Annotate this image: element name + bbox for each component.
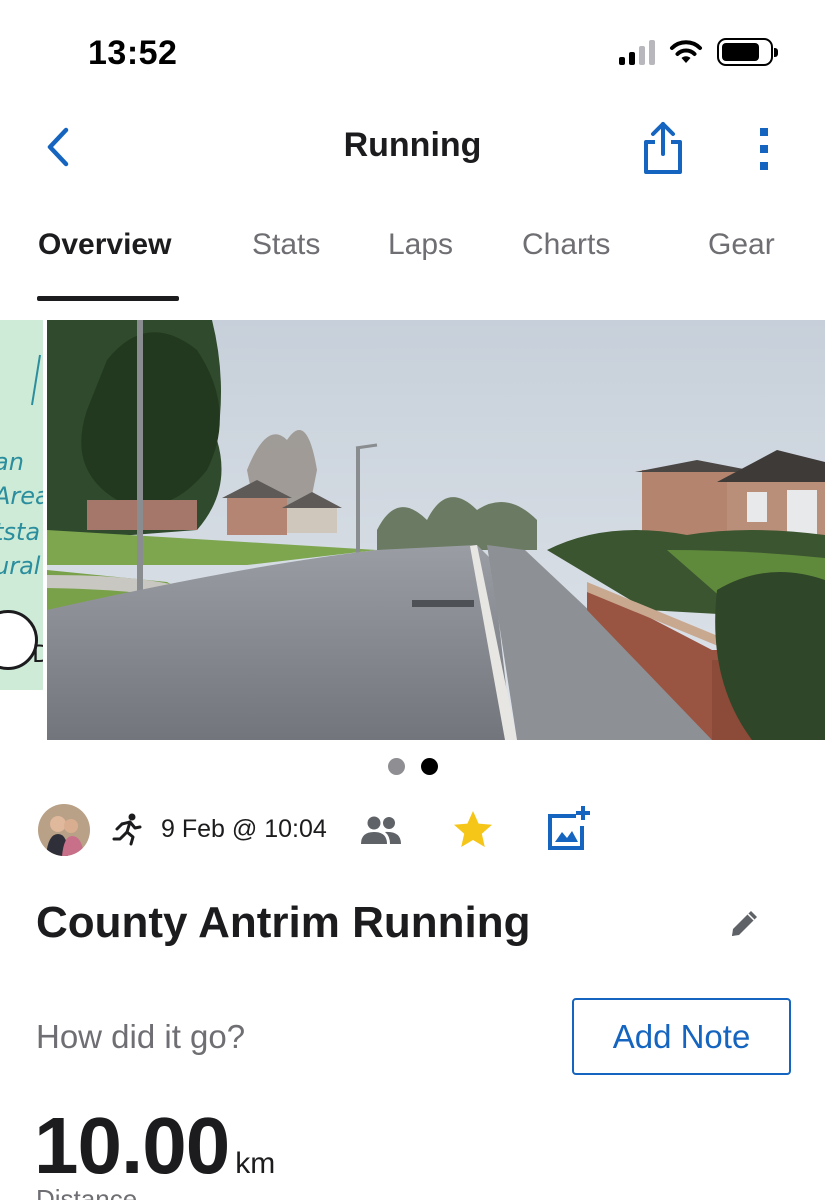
more-vertical-icon[interactable] <box>748 124 780 174</box>
running-icon <box>112 813 142 846</box>
avatar[interactable] <box>38 804 90 856</box>
carousel-pagination <box>0 758 825 778</box>
tab-laps[interactable]: Laps <box>388 228 453 262</box>
tab-charts[interactable]: Charts <box>522 228 610 262</box>
activity-meta-row: 9 Feb @ 10:04 <box>0 800 825 860</box>
note-prompt: How did it go? <box>36 1018 246 1055</box>
activity-date: 9 Feb @ 10:04 <box>161 815 327 843</box>
distance-value: 10.00 <box>34 1101 230 1190</box>
edit-pencil-icon[interactable] <box>728 906 762 940</box>
map-label: ural <box>0 552 41 580</box>
tab-bar: Overview Stats Laps Charts Gear <box>0 218 825 304</box>
signal-icon <box>619 39 655 65</box>
media-carousel[interactable]: an Area tsta ural D <box>0 320 825 740</box>
add-photo-icon[interactable] <box>546 804 592 852</box>
status-bar: 13:52 <box>0 0 825 110</box>
battery-icon <box>717 38 778 66</box>
add-note-button[interactable]: Add Note <box>572 998 791 1075</box>
status-time: 13:52 <box>88 34 178 72</box>
share-icon[interactable] <box>640 120 686 176</box>
activity-photo[interactable] <box>47 320 825 740</box>
distance-label: Distance <box>36 1184 138 1200</box>
star-icon[interactable] <box>451 808 495 852</box>
distance-unit: km <box>235 1147 276 1180</box>
nav-bar: Running <box>0 110 825 190</box>
wifi-icon <box>670 40 702 63</box>
page-title: Running <box>343 126 482 164</box>
map-preview[interactable]: an Area tsta ural D <box>0 320 43 690</box>
activity-title: County Antrim Running <box>36 898 531 947</box>
tab-overview[interactable]: Overview <box>38 228 171 262</box>
tab-gear[interactable]: Gear <box>708 228 775 262</box>
map-label: an <box>0 448 24 476</box>
pagination-dot-active[interactable] <box>420 758 438 775</box>
distance-stat: 10.00 km <box>34 1100 275 1192</box>
map-label: tsta <box>0 518 41 546</box>
active-tab-indicator <box>37 296 179 301</box>
tab-stats[interactable]: Stats <box>252 228 320 262</box>
status-icons <box>619 38 778 66</box>
map-label: D <box>32 640 43 668</box>
map-label: Area <box>0 482 43 510</box>
pagination-dot[interactable] <box>387 758 405 775</box>
map-path-icon <box>31 354 41 406</box>
people-icon[interactable] <box>360 814 402 846</box>
